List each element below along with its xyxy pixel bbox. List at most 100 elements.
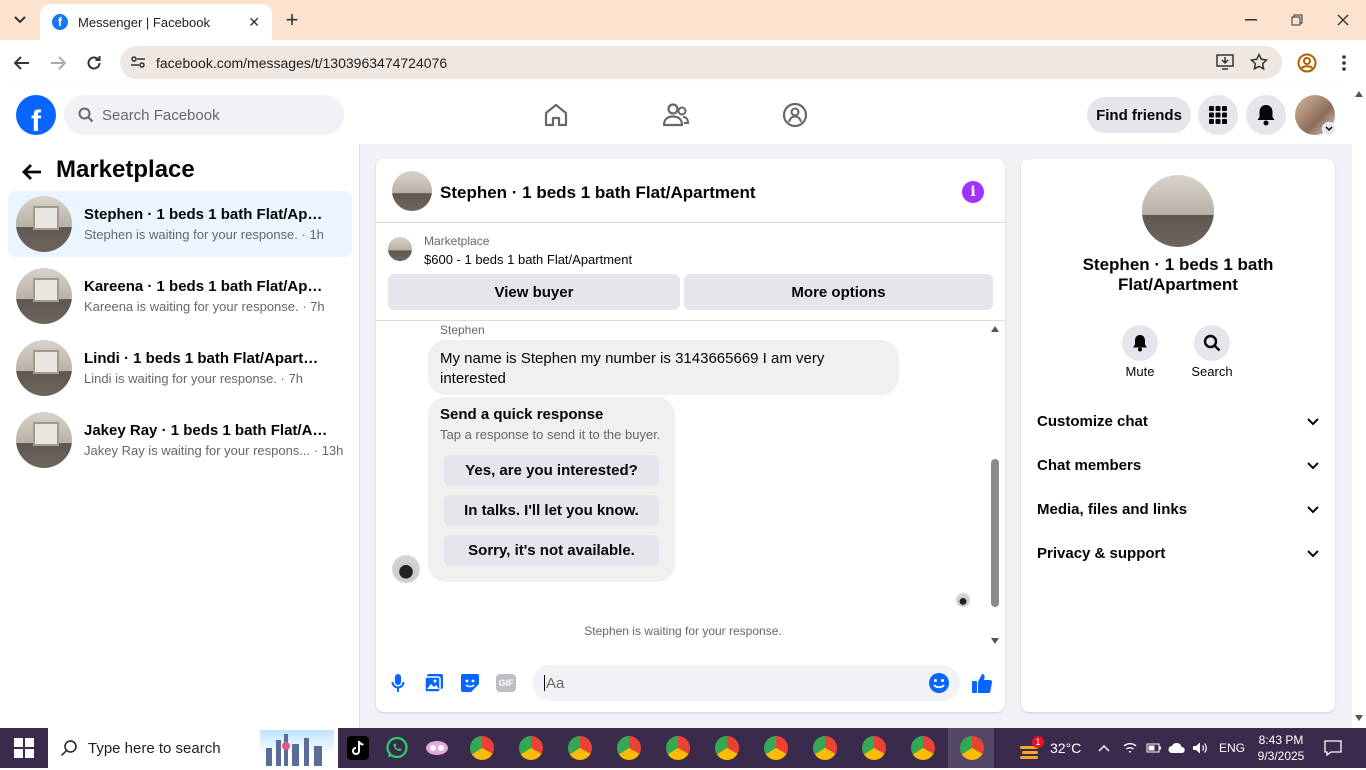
info-icon[interactable]: i [962, 181, 984, 203]
notifications-bell-icon[interactable] [1246, 95, 1286, 135]
weather-icon[interactable]: 1 [1018, 736, 1044, 760]
taskbar-search-box[interactable]: Type here to search [48, 728, 338, 768]
windows-start-icon[interactable] [14, 738, 34, 761]
battery-icon[interactable] [1146, 728, 1162, 768]
install-app-icon[interactable] [1216, 54, 1234, 73]
quick-reply-button[interactable]: Sorry, it's not available. [444, 535, 659, 566]
notification-center-icon[interactable] [1324, 728, 1342, 768]
more-options-button[interactable]: More options [684, 274, 993, 310]
chrome-app-icon[interactable] [568, 736, 592, 760]
forward-button[interactable] [43, 48, 73, 78]
section-chat-members[interactable]: Chat members [1037, 453, 1319, 477]
tiktok-app-icon[interactable] [347, 736, 369, 760]
conversation-item-lindi[interactable]: Lindi · 1 beds 1 bath Flat/Apartment Lin… [8, 335, 352, 401]
back-arrow-icon[interactable] [20, 160, 44, 184]
bookmark-star-icon[interactable] [1249, 52, 1269, 74]
system-clock[interactable]: 8:43 PM 9/3/2025 [1256, 728, 1306, 768]
quick-reply-button[interactable]: In talks. I'll let you know. [444, 495, 659, 526]
details-listing-thumbnail[interactable] [1142, 175, 1214, 247]
conversation-status: Lindi is waiting for your response. · 7h [84, 371, 303, 386]
active-chrome-window[interactable] [948, 728, 994, 768]
conversation-name: Lindi · 1 beds 1 bath Flat/Apartment [84, 350, 329, 367]
snipping-tool-icon[interactable] [425, 738, 449, 761]
microphone-icon[interactable] [386, 671, 410, 695]
chrome-app-icon[interactable] [617, 736, 641, 760]
temperature[interactable]: 32°C [1050, 728, 1081, 768]
mute-button[interactable] [1122, 325, 1158, 361]
gif-icon[interactable]: GIF [494, 671, 518, 695]
onedrive-cloud-icon[interactable] [1168, 728, 1186, 768]
seen-indicator-avatar [956, 593, 970, 607]
gif-label: GIF [496, 674, 516, 692]
browser-menu-icon[interactable] [1329, 48, 1359, 78]
mute-label: Mute [1125, 364, 1155, 379]
conversation-status: Kareena is waiting for your response. · … [84, 299, 325, 314]
find-friends-button[interactable]: Find friends [1087, 97, 1191, 133]
quick-reply-button[interactable]: Yes, are you interested? [444, 455, 659, 486]
search-conversation-button[interactable] [1194, 325, 1230, 361]
chrome-app-icon[interactable] [715, 736, 739, 760]
menu-grid-icon[interactable] [1198, 95, 1238, 135]
facebook-search-input[interactable]: Search Facebook [64, 95, 344, 135]
chrome-app-icon[interactable] [470, 736, 494, 760]
thumbs-up-icon[interactable] [970, 671, 994, 695]
section-customize-chat[interactable]: Customize chat [1037, 409, 1319, 433]
message-input[interactable]: Aa [532, 665, 960, 701]
friends-icon[interactable] [656, 96, 696, 134]
chrome-app-icon[interactable] [519, 736, 543, 760]
conversation-status: Stephen is waiting for your response. · … [84, 227, 324, 242]
tab-close-icon[interactable]: ✕ [248, 14, 260, 31]
account-chevron-down-icon[interactable] [1322, 122, 1336, 136]
profile-icon[interactable] [1292, 48, 1322, 78]
whatsapp-app-icon[interactable] [385, 736, 409, 763]
conversation-item-stephen[interactable]: Stephen · 1 beds 1 bath Flat/Apart... St… [8, 191, 352, 257]
maximize-button[interactable] [1282, 5, 1312, 35]
section-privacy-support[interactable]: Privacy & support [1037, 541, 1319, 565]
tab-search-icon[interactable] [5, 5, 35, 35]
section-media-files-links[interactable]: Media, files and links [1037, 497, 1319, 521]
chrome-app-icon[interactable] [764, 736, 788, 760]
search-highlight-image [260, 730, 334, 766]
sender-avatar[interactable] [392, 555, 420, 583]
section-label: Chat members [1037, 456, 1142, 474]
chat-listing-thumbnail[interactable] [392, 171, 432, 211]
conversation-item-jakey-ray[interactable]: Jakey Ray · 1 beds 1 bath Flat/Apar... J… [8, 407, 352, 473]
show-hidden-icons-chevron-up-icon[interactable] [1098, 728, 1110, 768]
chrome-app-icon[interactable] [862, 736, 886, 760]
chat-scrollbar-thumb[interactable] [991, 459, 999, 607]
home-icon[interactable] [536, 96, 576, 134]
chat-panel: Stephen · 1 beds 1 bath Flat/Apartment i… [376, 159, 1005, 712]
sticker-icon[interactable] [458, 671, 482, 695]
weather-badge: 1 [1032, 736, 1044, 748]
minimize-button[interactable] [1236, 5, 1266, 35]
facebook-logo[interactable]: f [16, 95, 56, 135]
groups-icon[interactable] [775, 96, 815, 134]
view-buyer-button[interactable]: View buyer [388, 274, 680, 310]
chrome-app-icon[interactable] [813, 736, 837, 760]
chrome-app-icon[interactable] [666, 736, 690, 760]
browser-tab[interactable]: f Messenger | Facebook ✕ [40, 4, 272, 40]
chat-scrollbar[interactable] [990, 325, 1000, 647]
listing-thumbnail [16, 340, 72, 396]
message-bubble[interactable]: My name is Stephen my number is 31436656… [428, 340, 899, 395]
chevron-down-icon [1307, 457, 1319, 474]
chrome-app-icon[interactable] [911, 736, 935, 760]
volume-icon[interactable] [1192, 728, 1208, 768]
reload-button[interactable] [79, 48, 109, 78]
emoji-icon[interactable] [928, 672, 950, 698]
back-button[interactable] [7, 48, 37, 78]
message-input-placeholder: Aa [546, 674, 565, 692]
network-icon[interactable] [1122, 728, 1138, 768]
input-language[interactable]: ENG [1219, 728, 1245, 768]
site-info-icon[interactable] [130, 54, 146, 73]
quick-response-title: Send a quick response [440, 406, 604, 423]
listing-price-title[interactable]: $600 - 1 beds 1 bath Flat/Apartment [424, 252, 632, 267]
address-bar[interactable]: facebook.com/messages/t/1303963474724076 [120, 46, 1282, 79]
conversation-item-kareena[interactable]: Kareena · 1 beds 1 bath Flat/Apart... Ka… [8, 263, 352, 329]
photo-icon[interactable] [422, 671, 446, 695]
close-window-button[interactable] [1328, 5, 1358, 35]
new-tab-button[interactable]: + [277, 5, 307, 35]
chat-title[interactable]: Stephen · 1 beds 1 bath Flat/Apartment [440, 183, 756, 203]
search-icon [78, 107, 94, 123]
page-scrollbar[interactable] [1352, 86, 1366, 728]
